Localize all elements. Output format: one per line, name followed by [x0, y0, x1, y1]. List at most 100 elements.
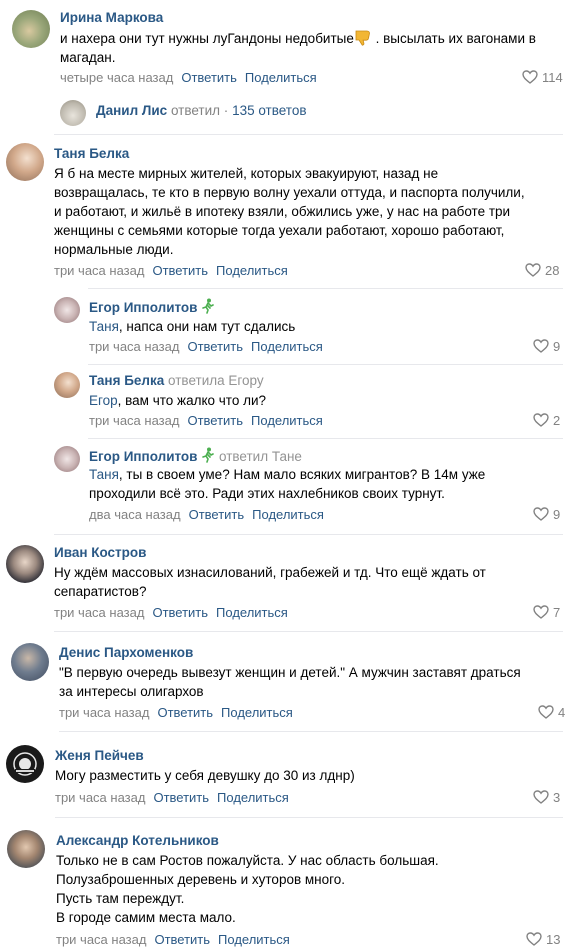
share-button[interactable]: Поделиться: [218, 932, 290, 947]
like-button[interactable]: 13: [526, 932, 560, 947]
separator: [54, 631, 563, 632]
heart-icon: [533, 605, 549, 619]
avatar[interactable]: [6, 143, 44, 181]
share-button[interactable]: Поделиться: [216, 263, 288, 278]
separator: [54, 134, 563, 135]
thread-avatar[interactable]: [60, 100, 86, 126]
comment-time[interactable]: четыре часа назад: [60, 70, 173, 85]
comment-time[interactable]: три часа назад: [56, 932, 146, 947]
heart-icon: [533, 790, 549, 804]
thread-replies-count[interactable]: 135 ответов: [232, 103, 306, 118]
share-button[interactable]: Поделиться: [251, 413, 323, 428]
thumbs-down-emoji-icon: [355, 30, 370, 46]
thread-summary[interactable]: Данил Лис ответил · 135 ответов: [96, 103, 307, 118]
comment-author[interactable]: Денис Пархоменков: [59, 645, 193, 660]
comment-text: Могу разместить у себя девушку до 30 из …: [55, 768, 355, 783]
avatar[interactable]: [54, 446, 80, 472]
like-count: 13: [546, 932, 561, 947]
reply-button[interactable]: Ответить: [152, 263, 208, 278]
comment-text: Таня, напса они нам тут сдались: [89, 319, 296, 334]
reply-button[interactable]: Ответить: [153, 790, 209, 805]
like-count: 9: [553, 507, 561, 522]
comment-time[interactable]: три часа назад: [54, 605, 144, 620]
comment-meta: четыре часа назад Ответить Поделиться: [60, 70, 317, 85]
avatar[interactable]: [54, 372, 80, 398]
separator: [88, 364, 563, 365]
share-button[interactable]: Поделиться: [251, 339, 323, 354]
addressee-link[interactable]: Таня: [89, 467, 119, 482]
replied-to-link[interactable]: ответил Тане: [219, 449, 302, 464]
reply-button[interactable]: Ответить: [189, 507, 245, 522]
reply-button[interactable]: Ответить: [157, 705, 213, 720]
like-button[interactable]: 4: [538, 705, 565, 720]
like-count: 114: [542, 70, 563, 85]
comment-author[interactable]: Александр Котельников: [56, 833, 219, 848]
like-button[interactable]: 7: [533, 605, 560, 620]
comment-text: Ну ждём массовых изнасилований, грабежей…: [54, 565, 486, 599]
separator: [55, 817, 563, 818]
separator: [59, 731, 563, 732]
like-button[interactable]: 9: [533, 507, 560, 522]
reply-button[interactable]: Ответить: [187, 339, 243, 354]
avatar[interactable]: [6, 745, 44, 783]
comment-text: Таня, ты в своем уме? Нам мало всяких ми…: [89, 467, 486, 501]
replied-to-link[interactable]: ответила Егору: [168, 373, 264, 388]
like-button[interactable]: 28: [525, 263, 559, 278]
comment-author: Егор Ипполитов ответил Тане: [89, 447, 302, 464]
addressee-link[interactable]: Егор: [89, 393, 118, 408]
separator: [54, 534, 563, 535]
like-button[interactable]: 114: [522, 70, 563, 85]
like-count: 4: [558, 705, 566, 720]
heart-icon: [538, 705, 554, 719]
comment-meta: три часа назад Ответить Поделиться: [89, 339, 323, 354]
avatar[interactable]: [11, 643, 49, 681]
comment-author[interactable]: Женя Пейчев: [55, 748, 144, 763]
runner-icon: [202, 298, 215, 314]
runner-icon: [202, 447, 215, 463]
heart-icon: [525, 263, 541, 277]
comment-author: Таня Белка ответила Егору: [89, 373, 264, 388]
share-button[interactable]: Поделиться: [221, 705, 293, 720]
reply-button[interactable]: Ответить: [154, 932, 210, 947]
comment-time[interactable]: три часа назад: [59, 705, 149, 720]
comment-time[interactable]: три часа назад: [55, 790, 145, 805]
reply-button[interactable]: Ответить: [181, 70, 237, 85]
comment-meta: три часа назад Ответить Поделиться: [54, 263, 288, 278]
avatar[interactable]: [7, 830, 45, 868]
comment-time[interactable]: три часа назад: [54, 263, 144, 278]
reply-button[interactable]: Ответить: [152, 605, 208, 620]
avatar[interactable]: [54, 297, 80, 323]
comment-time[interactable]: три часа назад: [89, 339, 179, 354]
addressee-link[interactable]: Таня: [89, 319, 119, 334]
like-count: 3: [553, 790, 561, 805]
avatar[interactable]: [6, 545, 44, 583]
comment-meta: три часа назад Ответить Поделиться: [89, 413, 323, 428]
share-button[interactable]: Поделиться: [252, 507, 324, 522]
share-button[interactable]: Поделиться: [245, 70, 317, 85]
comment-meta: два часа назад Ответить Поделиться: [89, 507, 324, 522]
like-count: 2: [553, 413, 561, 428]
share-button[interactable]: Поделиться: [217, 790, 289, 805]
comment-meta: три часа назад Ответить Поделиться: [59, 705, 293, 720]
comment-author: Егор Ипполитов: [89, 298, 215, 315]
comment-text: "В первую очередь вывезут женщин и детей…: [59, 665, 521, 699]
like-count: 7: [553, 605, 561, 620]
share-button[interactable]: Поделиться: [216, 605, 288, 620]
comment-time[interactable]: три часа назад: [89, 413, 179, 428]
avatar[interactable]: [12, 10, 50, 48]
reply-button[interactable]: Ответить: [187, 413, 243, 428]
heart-icon: [526, 932, 542, 946]
comment-author[interactable]: Таня Белка: [54, 146, 129, 161]
like-button[interactable]: 2: [533, 413, 560, 428]
comment-author[interactable]: Иван Костров: [54, 545, 146, 560]
like-button[interactable]: 3: [533, 790, 560, 805]
comment-author[interactable]: Ирина Маркова: [60, 10, 163, 25]
heart-icon: [533, 339, 549, 353]
comment-time[interactable]: два часа назад: [89, 507, 181, 522]
logo-icon: [13, 752, 37, 776]
separator: [88, 438, 563, 439]
thread-author[interactable]: Данил Лис: [96, 103, 167, 118]
comment-meta: три часа назад Ответить Поделиться: [56, 932, 290, 947]
comment-text: Егор, вам что жалко что ли?: [89, 393, 267, 408]
like-button[interactable]: 9: [533, 339, 560, 354]
